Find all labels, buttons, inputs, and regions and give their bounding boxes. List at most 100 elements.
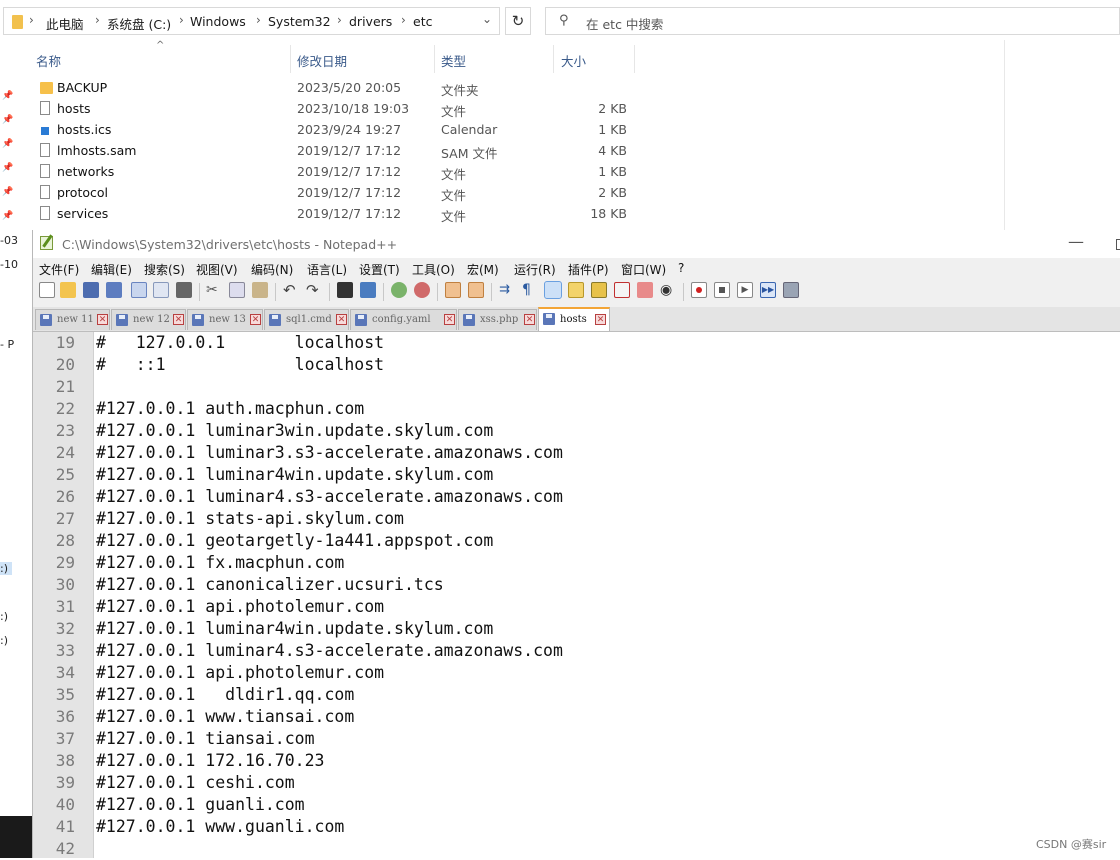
monitoring-eye-icon[interactable]: ◉ [660,282,676,298]
copy-icon[interactable] [229,282,245,298]
code-line[interactable]: #127.0.0.1 tiansai.com [96,728,315,750]
indent-guide-icon[interactable] [544,281,562,299]
menu-encoding[interactable]: 编码(N) [251,261,293,278]
find-icon[interactable] [337,282,353,298]
code-line[interactable]: #127.0.0.1 luminar4win.update.skylum.com [96,464,493,486]
pin-icon[interactable]: 📌 [2,211,13,221]
menu-tools[interactable]: 工具(O) [412,261,455,278]
refresh-button[interactable]: ↻ [505,7,531,35]
menu-language[interactable]: 语言(L) [307,261,347,278]
code-line[interactable]: #127.0.0.1 auth.macphun.com [96,398,364,420]
save-all-icon[interactable] [106,282,122,298]
close-icon[interactable]: ✕ [173,314,184,325]
menu-file[interactable]: 文件(F) [39,261,79,278]
minimize-button[interactable]: — [1068,232,1084,251]
column-header-type[interactable]: 类型 [441,51,466,70]
code-line[interactable]: # ::1 localhost [96,354,384,376]
search-input[interactable]: ⚲ 在 etc 中搜索 [545,7,1120,35]
code-line[interactable]: #127.0.0.1 172.16.70.23 [96,750,324,772]
breadcrumb-item[interactable]: drivers [349,14,392,29]
pin-icon[interactable]: 📌 [2,115,13,125]
close-icon[interactable]: ✕ [444,314,455,325]
code-line[interactable]: #127.0.0.1 luminar4win.update.skylum.com [96,618,493,640]
code-line[interactable]: #127.0.0.1 fx.macphun.com [96,552,344,574]
zoom-in-icon[interactable] [391,282,407,298]
pin-icon[interactable]: 📌 [2,163,13,173]
code-line[interactable]: #127.0.0.1 luminar3.s3-accelerate.amazon… [96,442,563,464]
code-line[interactable]: #127.0.0.1 www.guanli.com [96,816,344,838]
breadcrumb-item[interactable]: 此电脑 [46,14,84,33]
undo-icon[interactable]: ↶ [283,282,299,298]
close-file-icon[interactable] [131,282,147,298]
code-line[interactable]: #127.0.0.1 luminar4.s3-accelerate.amazon… [96,640,563,662]
tab-sql1-cmd[interactable]: sql1.cmd ✕ [264,309,349,330]
save-macro-icon[interactable] [783,282,799,298]
side-fragment[interactable]: :) [0,562,12,575]
word-wrap-icon[interactable]: ⇉ [499,282,515,298]
code-line[interactable]: #127.0.0.1 luminar4.s3-accelerate.amazon… [96,486,563,508]
side-fragment[interactable]: :) [0,610,8,623]
file-row[interactable]: networks 2019/12/7 17:12 文件 1 KB [0,162,1005,183]
menu-window[interactable]: 窗口(W) [621,261,666,278]
open-file-icon[interactable] [60,282,76,298]
address-bar[interactable]: › 此电脑 › 系统盘 (C:) › Windows › System32 › … [3,7,500,35]
menu-search[interactable]: 搜索(S) [144,261,185,278]
maximize-button[interactable] [1116,239,1120,250]
tab-new-13[interactable]: new 13 ✕ [187,309,263,330]
close-all-icon[interactable] [153,282,169,298]
tab-new-12[interactable]: new 12 ✕ [111,309,186,330]
code-line[interactable]: #127.0.0.1 ceshi.com [96,772,295,794]
close-icon[interactable]: ✕ [97,314,108,325]
record-macro-icon[interactable] [691,282,707,298]
stop-macro-icon[interactable] [714,282,730,298]
zoom-out-icon[interactable] [414,282,430,298]
file-row[interactable]: hosts.ics 2023/9/24 19:27 Calendar 1 KB [0,120,1005,141]
play-macro-icon[interactable]: ▶ [737,282,753,298]
code-line[interactable]: #127.0.0.1 api.photolemur.com [96,596,384,618]
side-fragment[interactable]: :) [0,634,8,647]
breadcrumb-item[interactable]: System32 [268,14,331,29]
file-row[interactable]: BACKUP 2023/5/20 20:05 文件夹 [0,78,1005,99]
close-icon[interactable]: ✕ [524,314,535,325]
tab-hosts[interactable]: hosts ✕ [538,307,610,331]
show-all-characters-icon[interactable]: ¶ [522,282,538,298]
print-icon[interactable] [176,282,192,298]
close-icon[interactable]: ✕ [595,314,606,325]
code-line[interactable]: #127.0.0.1 stats-api.skylum.com [96,508,404,530]
breadcrumb-item[interactable]: Windows [190,14,246,29]
file-row[interactable]: services 2019/12/7 17:12 文件 18 KB [0,204,1005,225]
tab-xss-php[interactable]: xss.php ✕ [458,309,537,330]
code-line[interactable]: #127.0.0.1 www.tiansai.com [96,706,354,728]
breadcrumb-item[interactable]: 系统盘 (C:) [107,14,171,33]
code-line[interactable]: #127.0.0.1 guanli.com [96,794,305,816]
code-line[interactable]: #127.0.0.1 api.photolemur.com [96,662,384,684]
text-editor[interactable]: 19 20 21 22 23 24 25 26 27 28 29 30 31 32 33 34 35 36 37 38… [33,332,1120,858]
new-file-icon[interactable] [39,282,55,298]
pin-icon[interactable]: 📌 [2,187,13,197]
column-header-size[interactable]: 大小 [561,51,586,70]
save-icon[interactable] [83,282,99,298]
function-list-icon[interactable] [614,282,630,298]
folder-as-workspace-icon[interactable] [637,282,653,298]
menu-view[interactable]: 视图(V) [196,261,238,278]
document-map-icon[interactable] [591,282,607,298]
replace-icon[interactable] [360,282,376,298]
define-language-icon[interactable] [568,282,584,298]
menu-edit[interactable]: 编辑(E) [91,261,132,278]
chevron-down-icon[interactable]: ⌄ [482,12,492,26]
close-icon[interactable]: ✕ [336,314,347,325]
column-header-name[interactable]: 名称 [36,51,61,70]
redo-icon[interactable]: ↷ [306,282,322,298]
menu-run[interactable]: 运行(R) [514,261,556,278]
menu-settings[interactable]: 设置(T) [359,261,400,278]
sync-vertical-icon[interactable] [445,282,461,298]
code-line[interactable]: #127.0.0.1 canonicalizer.ucsuri.tcs [96,574,444,596]
pin-icon[interactable]: 📌 [2,91,13,101]
breadcrumb-item[interactable]: etc [413,14,432,29]
file-row[interactable]: hosts 2023/10/18 19:03 文件 2 KB [0,99,1005,120]
column-divider[interactable] [553,45,554,73]
tab-config-yaml[interactable]: config.yaml ✕ [350,309,457,330]
close-icon[interactable]: ✕ [250,314,261,325]
code-line[interactable]: #127.0.0.1 dldir1.qq.com [96,684,354,706]
code-line[interactable]: #127.0.0.1 luminar3win.update.skylum.com [96,420,493,442]
